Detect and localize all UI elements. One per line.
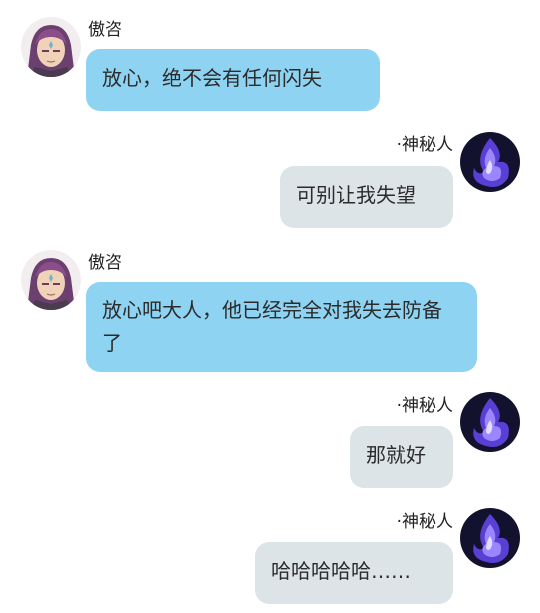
sender-name: ·神秘人 bbox=[396, 135, 453, 155]
sender-name: 傲咨 bbox=[88, 253, 122, 273]
purple-hair-character-avatar-icon bbox=[21, 17, 81, 77]
mystic-purple-flame-avatar-icon bbox=[460, 132, 520, 192]
message-bubble[interactable]: 放心，绝不会有任何闪失 bbox=[86, 49, 380, 111]
sender-avatar[interactable] bbox=[460, 132, 520, 192]
mystic-purple-flame-avatar-icon bbox=[460, 392, 520, 452]
sender-name: ·神秘人 bbox=[396, 512, 453, 532]
sender-avatar[interactable] bbox=[460, 392, 520, 452]
sender-avatar[interactable] bbox=[21, 17, 81, 77]
sender-name: 傲咨 bbox=[88, 20, 122, 40]
message-bubble[interactable]: 可别让我失望 bbox=[280, 166, 453, 228]
sender-name: ·神秘人 bbox=[396, 396, 453, 416]
purple-hair-character-avatar-icon bbox=[21, 250, 81, 310]
mystic-purple-flame-avatar-icon bbox=[460, 508, 520, 568]
message-bubble[interactable]: 那就好 bbox=[350, 426, 453, 488]
sender-avatar[interactable] bbox=[21, 250, 81, 310]
message-bubble[interactable]: 放心吧大人，他已经完全对我失去防备了 bbox=[86, 282, 477, 372]
sender-avatar[interactable] bbox=[460, 508, 520, 568]
message-bubble[interactable]: 哈哈哈哈哈…… bbox=[255, 542, 453, 604]
